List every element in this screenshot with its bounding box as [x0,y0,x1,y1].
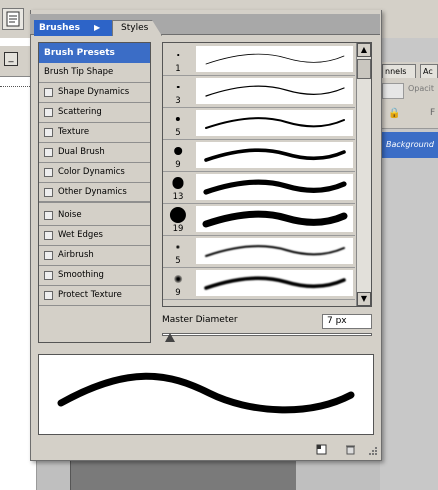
tab-channels[interactable]: nnels [382,64,416,78]
option-label: Scattering [58,107,102,117]
brush-stroke-sample [196,46,353,72]
option-noise[interactable]: Noise [39,206,150,226]
stroke-preview [38,354,374,435]
brush-size-label: 9 [175,288,181,298]
scroll-up-button[interactable]: ▲ [357,43,371,57]
checkbox[interactable] [44,291,53,300]
brush-preset-3[interactable]: 5 [163,108,355,140]
trash-icon[interactable] [345,444,356,455]
minimize-icon[interactable]: _ [4,52,18,66]
blend-mode-select[interactable] [382,83,404,99]
brush-size-label: 5 [175,256,181,266]
checkbox[interactable] [44,88,53,97]
option-label: Noise [58,210,82,220]
option-label: Smoothing [58,270,104,280]
brush-tip-shape-item[interactable]: Brush Tip Shape [39,63,150,83]
option-label: Color Dynamics [58,167,125,177]
option-color-dynamics[interactable]: Color Dynamics [39,163,150,183]
option-shape-dynamics[interactable]: Shape Dynamics [39,83,150,103]
option-dual-brush[interactable]: Dual Brush [39,143,150,163]
checkbox[interactable] [44,211,53,220]
brush-size-label: 3 [175,96,181,106]
lock-icon[interactable]: 🔒 [388,108,400,119]
new-preset-icon[interactable] [316,444,327,455]
opacity-label: Opacit [408,84,435,93]
option-wet-edges[interactable]: Wet Edges [39,226,150,246]
option-scattering[interactable]: Scattering [39,103,150,123]
option-other-dynamics[interactable]: Other Dynamics [39,183,150,203]
tab-brushes[interactable]: Brushes ▶ [34,20,112,36]
option-label: Shape Dynamics [58,87,130,97]
brush-preset-7[interactable]: 5 [163,236,355,268]
brush-size-label: 19 [172,224,184,234]
brush-preset-2[interactable]: 3 [163,76,355,108]
brush-stroke-sample [196,78,353,104]
preset-scrollbar[interactable] [356,43,371,306]
brush-tip-icon [172,177,184,189]
checkbox[interactable] [44,251,53,260]
checkbox[interactable] [44,128,53,137]
brush-stroke-sample [196,174,353,200]
brush-stroke-sample [196,142,353,168]
scroll-thumb[interactable] [357,59,371,79]
checkbox[interactable] [44,188,53,197]
option-label: Airbrush [58,250,94,260]
palette-well-icon[interactable] [2,8,24,30]
option-smoothing[interactable]: Smoothing [39,266,150,286]
master-diameter-slider[interactable] [162,333,372,336]
brush-size-label: 13 [172,192,184,202]
preview-stroke [57,372,355,414]
master-diameter-label: Master Diameter [162,315,238,325]
brush-presets-item[interactable]: Brush Presets [39,43,150,63]
brush-tip-icon [176,85,180,89]
scroll-down-button[interactable]: ▼ [357,292,371,306]
tab-brushes-label: Brushes [39,23,80,33]
slider-handle[interactable] [165,333,176,342]
brush-stroke-sample [196,206,353,232]
master-diameter-input[interactable]: 7 px [322,314,372,329]
checkbox[interactable] [44,271,53,280]
option-label: Protect Texture [58,290,122,300]
tab-actions[interactable]: Ac [420,64,438,78]
resize-grip-icon[interactable] [366,446,378,458]
brush-tip-icon [174,275,182,283]
brush-tip-icon [175,116,181,122]
layer-background[interactable]: Background [380,132,438,158]
checkbox[interactable] [44,231,53,240]
brush-size-label: 1 [175,64,181,74]
option-airbrush[interactable]: Airbrush [39,246,150,266]
brush-tip-icon [175,244,181,250]
brush-tip-icon [169,206,187,224]
brush-preset-4[interactable]: 9 [163,140,355,172]
option-protect-texture[interactable]: Protect Texture [39,286,150,306]
brush-stroke-sample [196,270,353,296]
brush-size-label: 5 [175,128,181,138]
brush-stroke-sample [196,110,353,136]
option-label: Dual Brush [58,147,105,157]
checkbox[interactable] [44,148,53,157]
brush-tip-icon [177,54,179,56]
checkbox[interactable] [44,108,53,117]
option-label: Other Dynamics [58,187,127,197]
option-label: Texture [58,127,90,137]
tab-arrow-icon: ▶ [94,23,101,32]
option-label: Wet Edges [58,230,103,240]
option-texture[interactable]: Texture [39,123,150,143]
fill-label: F [430,108,436,118]
checkbox[interactable] [44,168,53,177]
layer-name: Background [386,140,434,149]
brush-size-label: 9 [175,160,181,170]
brush-preset-8[interactable]: 9 [163,268,355,300]
brush-preset-6[interactable]: 19 [163,204,355,236]
brush-stroke-sample [196,238,353,264]
brush-preset-1[interactable]: 1 [163,44,355,76]
brush-tip-icon [174,147,182,155]
brush-preset-5[interactable]: 13 [163,172,355,204]
brush-tip-shape-label: Brush Tip Shape [44,67,114,77]
